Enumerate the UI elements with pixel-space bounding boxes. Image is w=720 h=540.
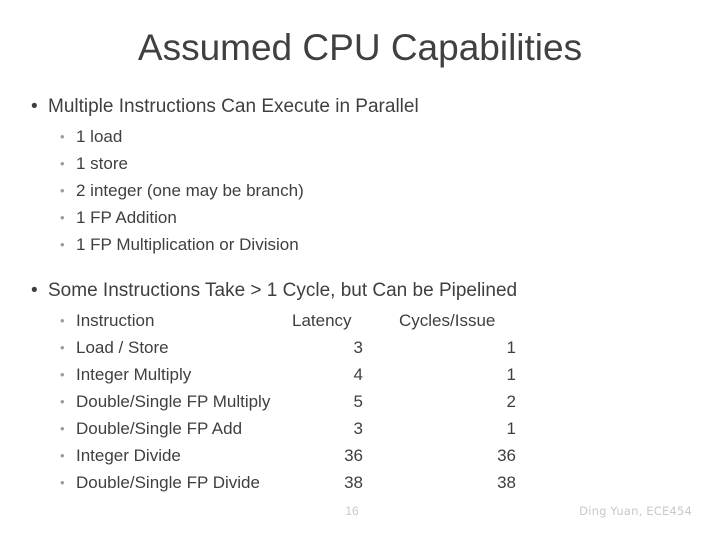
- sub-bullet-dot-icon: •: [60, 340, 65, 355]
- table-header-row: • Instruction Latency Cycles/Issue: [0, 307, 720, 334]
- sub-bullet-dot-icon: •: [60, 156, 65, 171]
- cell-cycles-issue: 38: [497, 473, 516, 492]
- sub-bullet-dot-icon: •: [60, 210, 65, 225]
- cell-instruction: Integer Multiply: [76, 365, 192, 384]
- sub-bullet-dot-icon: •: [60, 183, 65, 198]
- cell-latency: 36: [344, 446, 363, 465]
- bullet-pipelined-instructions: • Some Instructions Take > 1 Cycle, but …: [0, 276, 720, 305]
- footer-credit: Ding Yuan, ECE454: [579, 504, 692, 518]
- list-item: • 1 FP Multiplication or Division: [0, 231, 720, 258]
- list-item-label: 2 integer (one may be branch): [76, 181, 304, 200]
- cell-latency: 4: [353, 365, 363, 384]
- cell-instruction: Integer Divide: [76, 446, 181, 465]
- cell-latency: 3: [353, 338, 363, 357]
- list-item-label: 1 store: [76, 154, 128, 173]
- cell-instruction: Double/Single FP Multiply: [76, 392, 271, 411]
- sub-bullet-dot-icon: •: [60, 313, 65, 328]
- table-row: • Double/Single FP Add 3 1: [0, 415, 720, 442]
- cell-cycles-issue: 2: [506, 392, 516, 411]
- column-header-latency: Latency: [292, 311, 352, 330]
- cell-instruction: Load / Store: [76, 338, 169, 357]
- cell-cycles-issue: 36: [497, 446, 516, 465]
- list-item: • 1 FP Addition: [0, 204, 720, 231]
- slide-number: 16: [345, 504, 359, 518]
- slide-canvas: Assumed CPU Capabilities • Multiple Inst…: [0, 0, 720, 540]
- table-row: • Double/Single FP Divide 38 38: [0, 469, 720, 496]
- table-row: • Integer Multiply 4 1: [0, 361, 720, 388]
- table-row: • Double/Single FP Multiply 5 2: [0, 388, 720, 415]
- cell-latency: 3: [353, 419, 363, 438]
- sub-bullet-dot-icon: •: [60, 448, 65, 463]
- cell-cycles-issue: 1: [506, 338, 516, 357]
- list-item-label: 1 load: [76, 127, 123, 146]
- cell-latency: 38: [344, 473, 363, 492]
- list-item: • 2 integer (one may be branch): [0, 177, 720, 204]
- table-row: • Integer Divide 36 36: [0, 442, 720, 469]
- latency-table: • Instruction Latency Cycles/Issue • Loa…: [0, 307, 720, 496]
- sub-bullet-dot-icon: •: [60, 129, 65, 144]
- bullet-text: Multiple Instructions Can Execute in Par…: [48, 96, 419, 117]
- bullet-dot-icon: •: [31, 96, 38, 117]
- cell-cycles-issue: 1: [506, 419, 516, 438]
- cell-instruction: Double/Single FP Add: [76, 419, 243, 438]
- column-header-instruction: Instruction: [76, 311, 155, 330]
- table-row: • Load / Store 3 1: [0, 334, 720, 361]
- cell-latency: 5: [353, 392, 363, 411]
- sub-bullet-dot-icon: •: [60, 394, 65, 409]
- sub-bullet-dot-icon: •: [60, 237, 65, 252]
- slide-body: • Multiple Instructions Can Execute in P…: [0, 92, 720, 496]
- sub-bullet-dot-icon: •: [60, 421, 65, 436]
- list-item-label: 1 FP Addition: [76, 208, 177, 227]
- sub-bullet-dot-icon: •: [60, 367, 65, 382]
- bullet-text: Some Instructions Take > 1 Cycle, but Ca…: [48, 280, 518, 301]
- page-title: Assumed CPU Capabilities: [137, 27, 583, 68]
- sub-bullet-list-capabilities: • 1 load • 1 store • 2 integer (one may …: [0, 123, 720, 258]
- cell-instruction: Double/Single FP Divide: [76, 473, 260, 492]
- bullet-dot-icon: •: [31, 280, 38, 301]
- bullet-multiple-instructions: • Multiple Instructions Can Execute in P…: [0, 92, 720, 121]
- list-item: • 1 load: [0, 123, 720, 150]
- list-item-label: 1 FP Multiplication or Division: [76, 235, 299, 254]
- sub-bullet-dot-icon: •: [60, 475, 65, 490]
- cell-cycles-issue: 1: [506, 365, 516, 384]
- list-item: • 1 store: [0, 150, 720, 177]
- column-header-cycles-issue: Cycles/Issue: [399, 311, 496, 330]
